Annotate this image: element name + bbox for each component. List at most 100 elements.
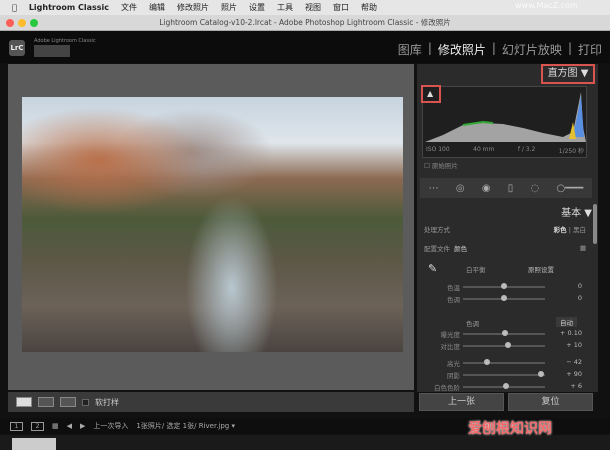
back-arrow-icon[interactable]: ◀ xyxy=(67,422,72,430)
original-photo-toggle[interactable]: ☐ 原始照片 xyxy=(424,160,458,170)
close-button[interactable] xyxy=(6,19,14,27)
treatment-color[interactable]: 彩色 xyxy=(554,226,567,234)
iso: ISO 100 xyxy=(426,146,450,153)
slider-value[interactable]: + 10 xyxy=(550,341,582,349)
wb-dropdown[interactable]: 原照设置 xyxy=(528,264,554,274)
module-slideshow[interactable]: 幻灯片放映 xyxy=(502,41,562,58)
module-library[interactable]: 图库 xyxy=(398,41,422,58)
window-title: Lightroom Catalog-v10-2.lrcat - Adobe Ph… xyxy=(159,18,451,27)
menu-settings[interactable]: 设置 xyxy=(249,2,265,13)
slider-label: 色调 xyxy=(447,296,460,304)
slider-value[interactable]: 0 xyxy=(550,282,582,290)
filmstrip-thumbnail[interactable] xyxy=(12,438,56,450)
slider-track[interactable] xyxy=(463,295,545,301)
panel-scrollbar[interactable] xyxy=(593,204,597,244)
treatment-bw[interactable]: 黑白 xyxy=(573,226,586,234)
window-2-button[interactable]: 2 xyxy=(31,421,44,431)
menu-window[interactable]: 窗口 xyxy=(333,2,349,13)
source-label[interactable]: 上一次导入 xyxy=(93,421,128,431)
before-after-icon[interactable] xyxy=(38,397,54,407)
original-photo-label: 原始照片 xyxy=(431,162,458,170)
selection-info[interactable]: 1张照片/ 选定 1张/ River.jpg ▾ xyxy=(136,421,235,431)
histogram-panel-header[interactable]: 直方图 ▼ xyxy=(541,64,595,84)
grid-crop-icon[interactable]: ⋯ xyxy=(429,183,439,194)
forward-arrow-icon[interactable]: ▶ xyxy=(80,422,85,430)
soft-proof-label: 软打样 xyxy=(95,397,119,407)
slider-label: 高光 xyxy=(447,360,460,368)
profile-row: 配置文件 颜色 ▦ xyxy=(424,243,586,253)
slider-thumb[interactable] xyxy=(501,283,507,289)
loupe-view-icon[interactable] xyxy=(16,397,32,407)
shutter: 1/250 秒 xyxy=(558,148,584,155)
slider-track[interactable] xyxy=(463,359,545,365)
radial-filter-icon[interactable]: ◌ xyxy=(531,183,540,194)
menu-edit[interactable]: 编辑 xyxy=(149,2,165,13)
module-print[interactable]: 打印 xyxy=(578,41,602,58)
slider-thumb[interactable] xyxy=(537,371,544,377)
slider-thumb[interactable] xyxy=(483,359,490,365)
menu-view[interactable]: 视图 xyxy=(305,2,321,13)
reset-button[interactable]: 复位 xyxy=(508,393,593,411)
lrc-logo: LrC xyxy=(9,40,25,56)
slider-thumb[interactable] xyxy=(501,330,508,336)
aperture: f / 3.2 xyxy=(517,146,536,153)
brush-slider-icon[interactable]: ○━━━ xyxy=(557,183,584,194)
header: LrC Adobe Lightroom Classic 图库 | 修改照片 | 幻灯… xyxy=(0,31,610,63)
slider-thumb[interactable] xyxy=(501,295,507,301)
slider-label: 白色色阶 xyxy=(434,384,460,392)
exif-info: ISO 100 40 mm f / 3.2 1/250 秒 xyxy=(426,146,584,155)
profile-label: 配置文件 xyxy=(424,245,450,253)
wb-label: 白平衡 xyxy=(466,266,486,274)
apple-icon[interactable]:  xyxy=(12,3,17,12)
slider-value[interactable]: − 42 xyxy=(550,358,582,366)
shadow-clipping-toggle[interactable]: ▲ xyxy=(421,85,441,103)
basic-panel-header[interactable]: 基本 ▼ xyxy=(420,204,592,219)
before-after-split-icon[interactable] xyxy=(60,397,76,407)
toolbar: 软打样 xyxy=(8,392,414,412)
treatment-label: 处理方式 xyxy=(424,226,450,234)
watermark: www.MacZ.com xyxy=(515,1,578,10)
slider-value[interactable]: + 0.10 xyxy=(550,329,582,337)
title-bar: Lightroom Catalog-v10-2.lrcat - Adobe Ph… xyxy=(0,15,610,31)
grid-icon[interactable]: ▦ xyxy=(52,422,59,430)
profile-dropdown[interactable]: 颜色 xyxy=(454,245,467,253)
menu-help[interactable]: 帮助 xyxy=(361,2,377,13)
minimize-button[interactable] xyxy=(18,19,26,27)
graduated-filter-icon[interactable]: ▯ xyxy=(508,183,514,194)
panel-buttons: 上一张 复位 xyxy=(419,393,593,411)
slider-label: 对比度 xyxy=(440,343,461,351)
treatment-row: 处理方式 彩色 | 黑白 xyxy=(424,226,586,234)
identity-plate xyxy=(34,45,70,57)
menu-app[interactable]: Lightroom Classic xyxy=(29,3,109,12)
photo-preview[interactable] xyxy=(22,97,403,352)
soft-proof-checkbox[interactable] xyxy=(82,398,89,406)
redeye-icon[interactable]: ◉ xyxy=(482,183,491,194)
slider-label: 阴影 xyxy=(447,372,460,380)
slider-track[interactable] xyxy=(463,342,545,348)
watermark: 爱刨根知识网 xyxy=(468,421,552,437)
auto-button[interactable]: 自动 xyxy=(556,317,577,327)
window-1-button[interactable]: 1 xyxy=(10,421,23,431)
slider-track[interactable] xyxy=(463,330,545,336)
slider-track[interactable] xyxy=(463,283,545,289)
slider-track[interactable] xyxy=(463,371,545,377)
menu-develop[interactable]: 修改照片 xyxy=(177,2,209,13)
menu-file[interactable]: 文件 xyxy=(121,2,137,13)
spot-removal-icon[interactable]: ◎ xyxy=(456,183,465,194)
focal-length: 40 mm xyxy=(473,146,495,153)
profile-browser-icon[interactable]: ▦ xyxy=(580,244,586,252)
zoom-button[interactable] xyxy=(30,19,38,27)
slider-track[interactable] xyxy=(463,383,545,389)
eyedropper-icon[interactable]: ✎ xyxy=(428,262,437,275)
triangle-icon: ▲ xyxy=(427,89,434,98)
module-picker: 图库 | 修改照片 | 幻灯片放映 | 打印 xyxy=(397,41,602,58)
slider-value[interactable]: + 90 xyxy=(550,370,582,378)
slider-value[interactable]: 0 xyxy=(550,294,582,302)
slider-label: 色温 xyxy=(447,284,460,292)
menu-photo[interactable]: 照片 xyxy=(221,2,237,13)
menu-tools[interactable]: 工具 xyxy=(277,2,293,13)
slider-value[interactable]: + 6 xyxy=(550,382,582,390)
module-develop[interactable]: 修改照片 xyxy=(438,41,486,58)
previous-button[interactable]: 上一张 xyxy=(419,393,504,411)
tone-label: 色调 xyxy=(466,320,479,328)
